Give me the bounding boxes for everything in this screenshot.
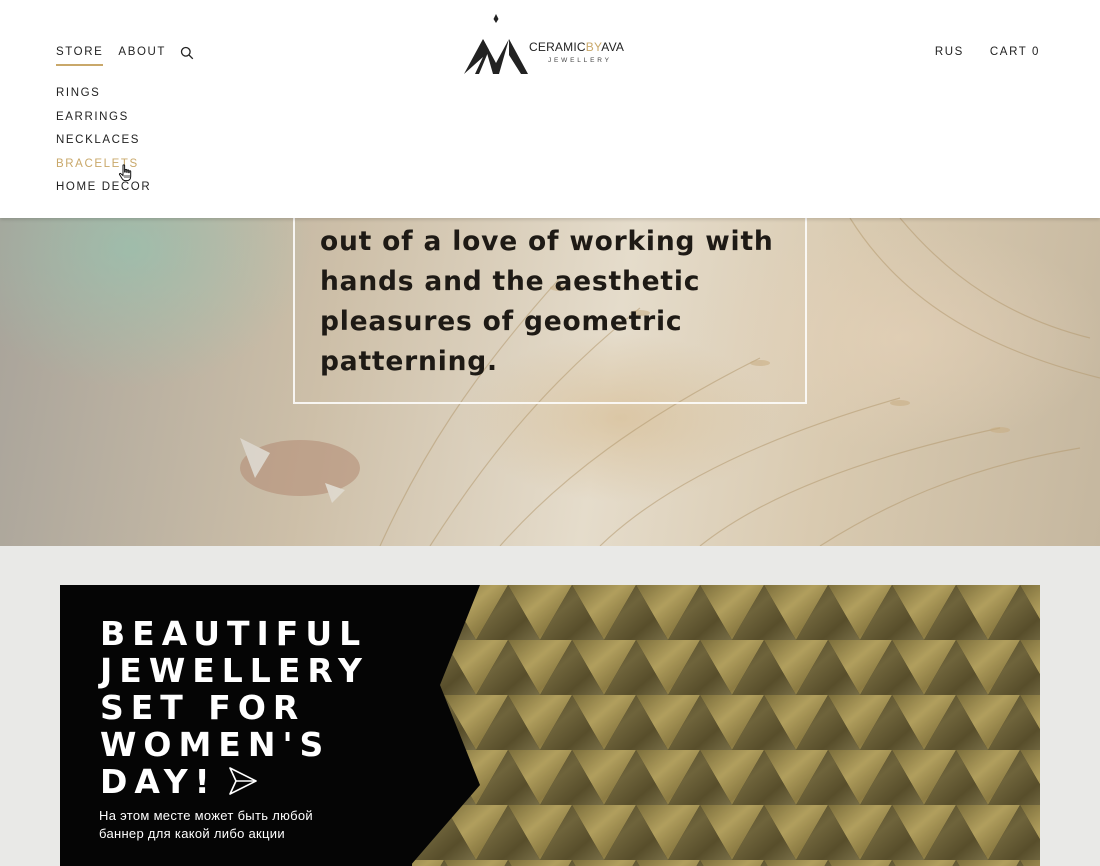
nav-store[interactable]: STORE [56,46,104,66]
cart-link[interactable]: CART 0 [990,46,1040,58]
promo-banner[interactable]: BEAUTIFUL JEWELLERY SET FOR WOMEN'S DAY!… [60,585,1040,866]
submenu-item-rings[interactable]: RINGS [56,86,151,110]
search-icon[interactable] [180,46,194,60]
submenu-item-necklaces[interactable]: NECKLACES [56,133,151,157]
submenu-item-earrings[interactable]: EARRINGS [56,110,151,134]
logo-part-ava: AVA [601,40,625,54]
logo-subtitle: JEWELLERY [548,57,612,64]
site-logo[interactable]: CERAMICBYAVA JEWELLERY [463,13,633,77]
send-arrow-icon[interactable] [227,765,259,797]
site-header: STORE ABOUT RINGS EARRINGS NECKLACES BRA… [0,0,1100,218]
submenu-item-bracelets[interactable]: BRACELETS [56,157,151,181]
store-submenu: RINGS EARRINGS NECKLACES BRACELETS HOME … [56,86,151,204]
nav-about[interactable]: ABOUT [118,46,166,66]
hand-pointer-icon [118,164,132,182]
logo-part-ceramic: CERAMIC [529,40,586,54]
banner-subtitle: На этом месте может быть любой баннер дл… [99,808,313,841]
main-nav: STORE ABOUT [56,46,194,66]
banner-title: BEAUTIFUL JEWELLERY SET FOR WOMEN'S DAY! [100,614,369,801]
logo-mark-icon [464,14,528,74]
submenu-item-home-decor[interactable]: HOME DECOR [56,180,151,204]
language-switch[interactable]: RUS [935,46,964,58]
logo-part-by: BY [585,40,602,54]
logo-wordmark: CERAMICBYAVA [529,40,624,54]
hero-section: out of a love of working with hands and … [0,218,1100,546]
utility-nav: RUS CART 0 [935,46,1040,58]
hero-text: out of a love of working with hands and … [320,226,774,377]
